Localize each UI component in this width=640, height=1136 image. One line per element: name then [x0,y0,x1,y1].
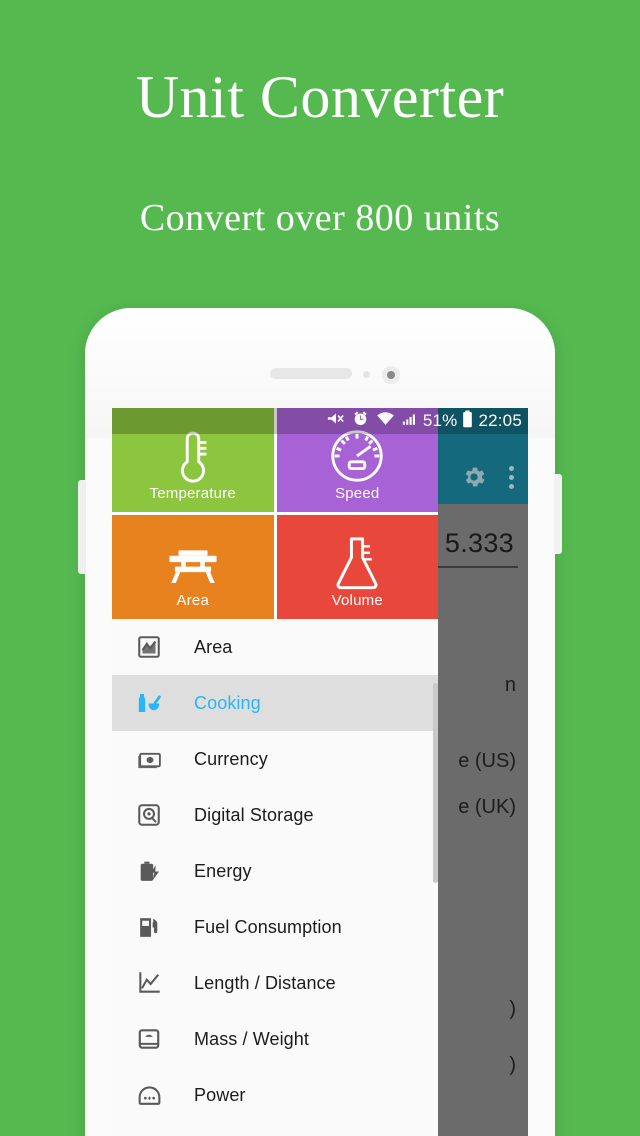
sidebar-item-length-distance[interactable]: Length / Distance [112,955,438,1011]
tile-volume[interactable]: Volume [276,515,439,619]
sidebar-item-energy[interactable]: Energy [112,843,438,899]
thermometer-icon [112,420,274,492]
power-button[interactable] [554,474,562,554]
phone-mockup: 5.333 n e (US) e (UK) ) ) Temperature Sp… [78,308,562,1136]
converted-value: 5.333 [444,528,514,558]
sidebar-item-label: Currency [194,748,268,769]
page-title: Unit Converter [135,64,505,130]
harddisk-icon [134,800,164,830]
sidebar-item-label: Mass / Weight [194,1028,310,1049]
sidebar-item-label: Cooking [194,692,261,713]
speedometer-icon [277,420,439,492]
tile-label: Speed [335,485,380,502]
fuel-pump-icon [134,912,164,942]
phone-screen: 5.333 n e (US) e (UK) ) ) Temperature Sp… [112,408,528,1136]
tile-temperature[interactable]: Temperature [112,408,274,512]
sidebar-item-label: Length / Distance [194,972,336,993]
app-text-fragment: ) [509,1054,516,1076]
sidebar-item-area[interactable]: Area [112,619,438,675]
scale-icon [134,1024,164,1054]
sidebar-item-mass-weight[interactable]: Mass / Weight [112,1011,438,1067]
tile-speed[interactable]: Speed [276,408,439,512]
kebab-menu-icon[interactable] [509,465,514,489]
tile-label: Volume [331,592,383,609]
speaker-grille-icon [270,368,352,379]
navigation-drawer: Area Cooking Currency Digital Storage En… [112,619,438,1136]
sidebar-item-label: Power [194,1084,246,1105]
battery-bolt-icon [134,856,164,886]
sidebar-item-label: Fuel Consumption [194,916,342,937]
sidebar-item-fuel-consumption[interactable]: Fuel Consumption [112,899,438,955]
volume-button[interactable] [78,480,86,574]
page-subtitle: Convert over 800 units [139,197,501,239]
tile-area[interactable]: Area [112,515,274,619]
sidebar-item-label: Energy [194,860,252,881]
app-text-fragment: n [504,674,516,696]
sidebar-item-cooking[interactable]: Cooking [112,675,438,731]
category-tiles-grid: Temperature Speed Area Volume [112,408,438,619]
sidebar-item-currency[interactable]: Currency [112,731,438,787]
sidebar-item-power[interactable]: Power [112,1067,438,1123]
picnic-table-icon [112,527,274,599]
sidebar-item-digital-storage[interactable]: Digital Storage [112,787,438,843]
proximity-sensor-icon [363,371,370,378]
tile-label: Area [176,592,209,609]
flask-icon [277,527,439,599]
sidebar-item-label: Area [194,636,233,657]
gear-icon[interactable] [461,464,487,490]
bottle-mortar-icon [134,688,164,718]
tile-label: Temperature [149,485,236,502]
app-text-fragment: e (US) [458,750,516,772]
app-text-fragment: ) [509,998,516,1020]
chart-box-icon [134,632,164,662]
power-outlet-icon [134,1080,164,1110]
drawer-scrollbar[interactable] [433,683,438,883]
line-chart-icon [134,968,164,998]
banknote-icon [134,744,164,774]
sidebar-item-label: Digital Storage [194,804,314,825]
front-camera-icon [382,366,400,384]
app-text-fragment: e (UK) [458,796,516,818]
